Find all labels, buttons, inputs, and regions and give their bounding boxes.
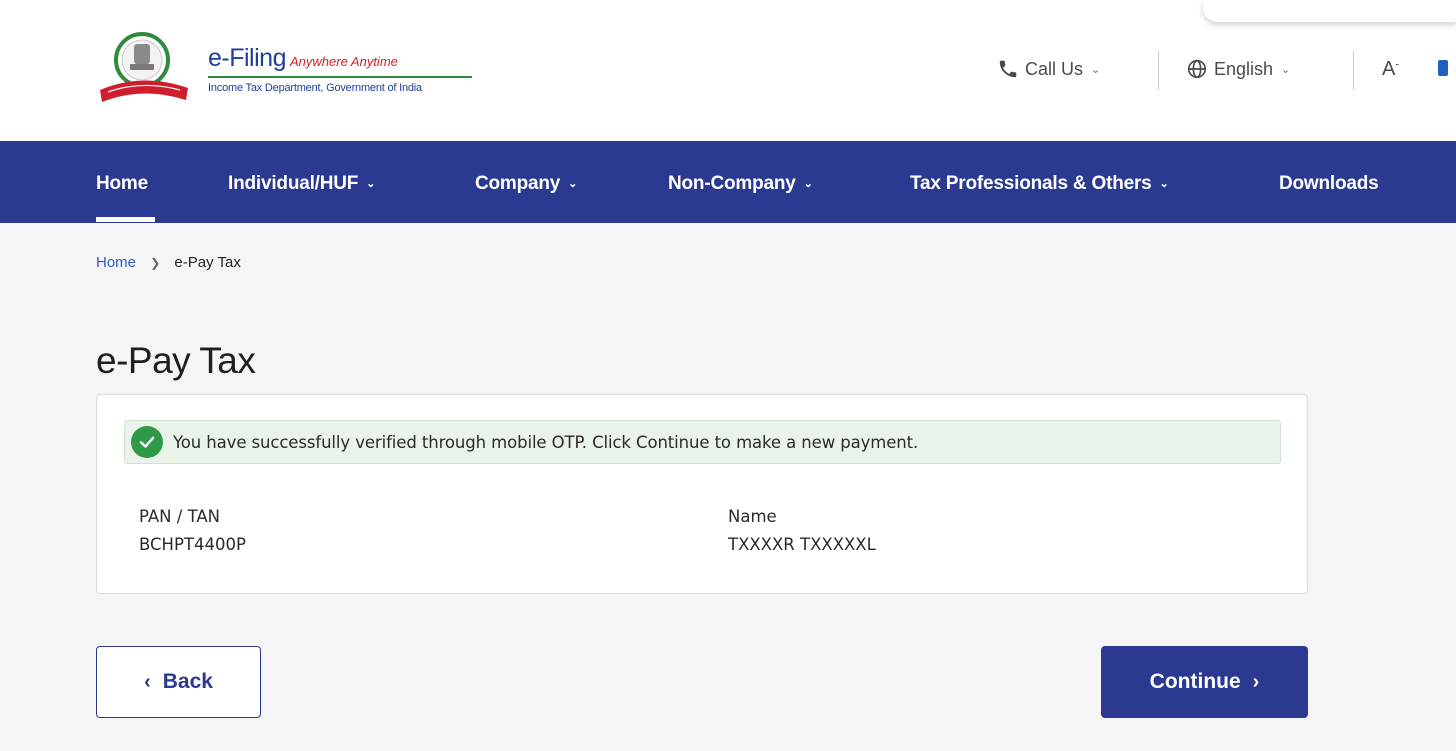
font-size-icon: A- xyxy=(1382,58,1400,80)
nav-item-home[interactable]: Home xyxy=(96,173,148,195)
site-header: e-Filing Anywhere Anytime Income Tax Depa… xyxy=(0,0,1456,141)
chevron-down-icon: ⌄ xyxy=(1281,63,1291,76)
chevron-down-icon: ⌄ xyxy=(1159,178,1169,190)
chevron-left-icon: ‹ xyxy=(144,670,151,693)
logo-title: e-Filing Anywhere Anytime xyxy=(208,44,398,72)
chevron-down-icon: ⌄ xyxy=(803,178,813,190)
chevron-down-icon: ⌄ xyxy=(568,178,578,190)
breadcrumb: Home ❯ e-Pay Tax xyxy=(96,254,241,271)
verification-card: You have successfully verified through m… xyxy=(96,394,1308,594)
efiling-logo[interactable]: e-Filing Anywhere Anytime Income Tax Depa… xyxy=(96,30,476,108)
chevron-right-icon: › xyxy=(1252,670,1260,693)
name-value: TXXXXR TXXXXXL xyxy=(728,535,876,554)
continue-button[interactable]: Continue › xyxy=(1101,646,1308,718)
nav-item-non-company[interactable]: Non-Company ⌄ xyxy=(668,173,813,195)
logo-subtitle: Income Tax Department, Government of Ind… xyxy=(208,82,422,94)
pan-tan-field: PAN / TAN BCHPT4400P xyxy=(139,507,246,554)
main-nav: Home Individual/HUF ⌄ Company ⌄ Non-Compan… xyxy=(0,141,1456,223)
language-selector[interactable]: English ⌄ xyxy=(1186,58,1290,80)
check-circle-icon xyxy=(131,426,163,458)
call-us-menu[interactable]: Call Us ⌄ xyxy=(997,58,1100,80)
util-divider xyxy=(1353,50,1354,90)
success-alert-text: You have successfully verified through m… xyxy=(173,432,919,452)
chevron-right-icon: ❯ xyxy=(150,256,161,270)
back-button-label: Back xyxy=(162,670,213,693)
pan-tan-label: PAN / TAN xyxy=(139,507,221,526)
chevron-down-icon: ⌄ xyxy=(1091,63,1101,76)
nav-item-company[interactable]: Company ⌄ xyxy=(475,173,577,195)
call-us-label: Call Us xyxy=(1025,58,1084,79)
logo-tagline: Anywhere Anytime xyxy=(289,54,398,69)
font-size-toggle[interactable]: A- xyxy=(1382,58,1399,81)
pan-tan-value: BCHPT4400P xyxy=(139,535,246,554)
nav-item-individual-huf[interactable]: Individual/HUF ⌄ xyxy=(228,173,375,195)
success-alert: You have successfully verified through m… xyxy=(124,420,1281,464)
phone-icon xyxy=(999,60,1017,78)
nav-active-indicator xyxy=(96,217,155,222)
page-title: e-Pay Tax xyxy=(96,340,256,381)
name-label: Name xyxy=(728,507,777,526)
language-label: English xyxy=(1214,58,1274,79)
nav-item-downloads[interactable]: Downloads xyxy=(1279,173,1379,195)
national-emblem-icon xyxy=(100,32,188,102)
dropdown-popup-edge xyxy=(1203,0,1456,22)
back-button[interactable]: ‹ Back xyxy=(96,646,261,718)
chevron-down-icon: ⌄ xyxy=(366,178,376,190)
breadcrumb-home-link[interactable]: Home xyxy=(96,254,136,271)
accessibility-icon[interactable] xyxy=(1438,60,1448,76)
util-divider xyxy=(1158,50,1159,90)
continue-button-label: Continue xyxy=(1149,670,1241,693)
logo-divider xyxy=(208,76,472,78)
nav-item-tax-professionals[interactable]: Tax Professionals & Others ⌄ xyxy=(910,173,1169,195)
breadcrumb-current: e-Pay Tax xyxy=(174,254,241,271)
globe-icon xyxy=(1187,59,1207,79)
name-field: Name TXXXXR TXXXXXL xyxy=(728,507,876,554)
